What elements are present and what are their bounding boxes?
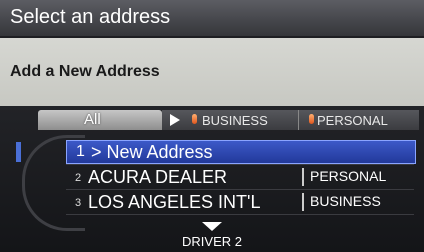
list-item-number: 3 (75, 197, 82, 209)
subtitle-text: Add a New Address (10, 63, 160, 80)
list-item-label: > New Address (91, 142, 213, 162)
tab-personal-label: PERSONAL (317, 113, 388, 128)
tab-business[interactable]: BUSINESS (162, 110, 298, 130)
tab-all-label: All (84, 111, 101, 128)
row-divider (66, 189, 414, 190)
list-item-number: 2 (75, 172, 82, 184)
location-pin-icon (192, 114, 197, 124)
page-title: Select an address (10, 6, 171, 28)
tab-business-label: BUSINESS (202, 113, 268, 128)
list-item-label: LOS ANGELES INT'L (88, 192, 261, 212)
list-item-category: PERSONAL (302, 168, 410, 186)
play-arrow-icon (170, 114, 180, 126)
title-bar: Select an address (0, 0, 424, 36)
list-item-acura-dealer[interactable]: 2 ACURA DEALER PERSONAL (66, 166, 414, 188)
subtitle-bar: Add a New Address (0, 38, 424, 106)
list-item-number: 1 (76, 143, 85, 160)
list-item-los-angeles-intl[interactable]: 3 LOS ANGELES INT'L BUSINESS (66, 191, 414, 213)
location-pin-icon (309, 114, 314, 124)
list-item-new-address[interactable]: 1 > New Address (66, 140, 416, 164)
list-item-category: BUSINESS (302, 193, 410, 211)
driver-label: DRIVER 2 (182, 234, 242, 249)
tab-all[interactable]: All (38, 110, 162, 130)
scroll-position-marker (16, 142, 21, 162)
row-divider (66, 164, 414, 165)
screen: Select an address Add a New Address All … (0, 0, 424, 252)
tab-personal[interactable]: PERSONAL (298, 110, 419, 130)
list-item-label: ACURA DEALER (88, 167, 228, 187)
down-arrow-icon[interactable] (202, 222, 222, 231)
row-divider (66, 214, 414, 215)
